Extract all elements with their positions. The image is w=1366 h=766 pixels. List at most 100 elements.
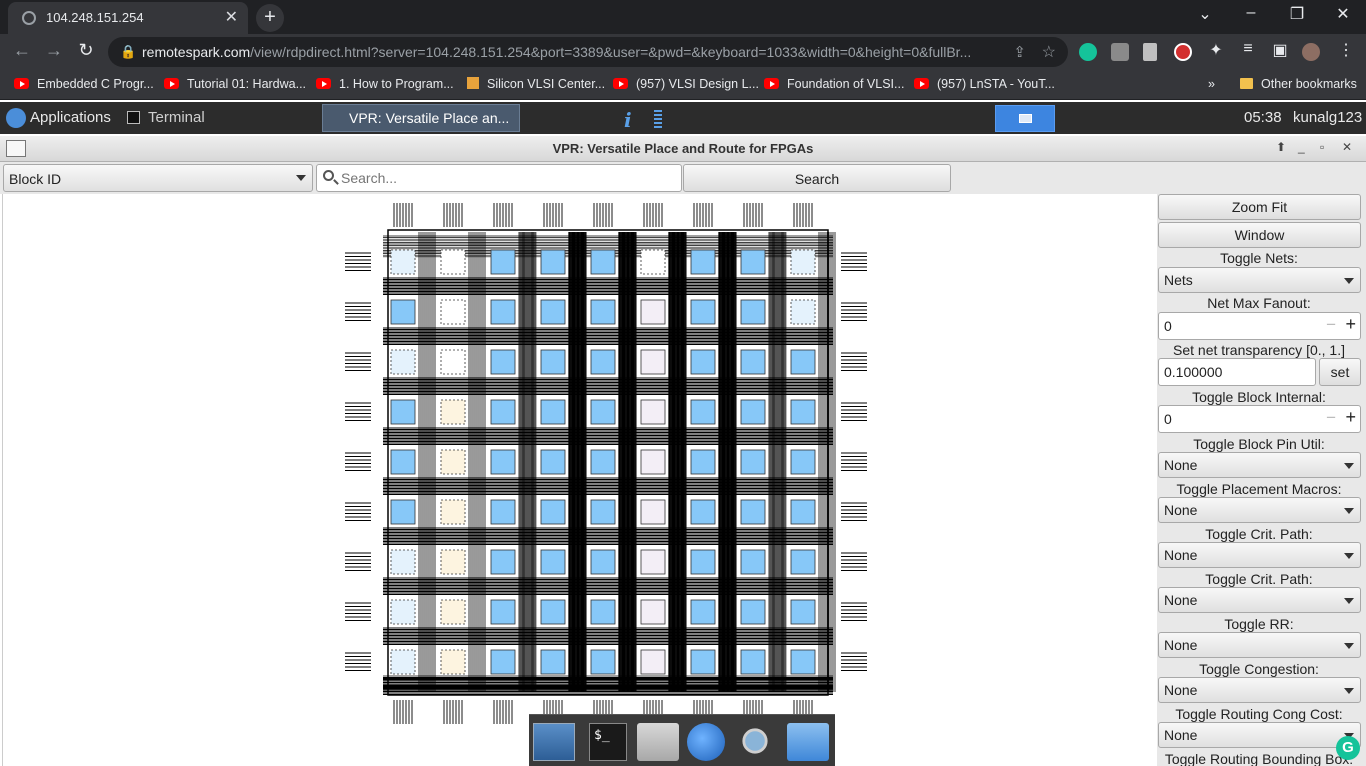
decrement-button[interactable]: − [1326, 408, 1336, 428]
window-title: VPR: Versatile Place and Route for FPGAs [552, 141, 814, 156]
logic-block [790, 299, 816, 325]
toggle-routing-cong-cost-select[interactable]: None [1158, 722, 1361, 748]
extension-r-icon[interactable] [1111, 43, 1129, 61]
decrement-button[interactable]: − [1326, 315, 1336, 335]
logic-block [640, 399, 666, 425]
search-field[interactable] [316, 164, 682, 192]
reading-list-icon[interactable]: ≡ [1236, 40, 1260, 58]
fpga-layout[interactable] [3, 194, 1158, 766]
shade-icon[interactable]: ⬆ [1276, 140, 1286, 154]
increment-button[interactable]: + [1345, 407, 1356, 428]
desktop-icon[interactable] [533, 723, 575, 761]
other-bookmarks[interactable]: Other bookmarks [1240, 77, 1357, 91]
bookmark-item[interactable]: Tutorial 01: Hardwa... [164, 77, 306, 91]
toggle-block-internal-spinner[interactable]: 0− + [1158, 405, 1361, 433]
browser-icon[interactable] [687, 723, 725, 761]
bookmark-item[interactable]: Silicon VLSI Center... [467, 77, 605, 91]
reload-icon[interactable]: ↻ [74, 40, 98, 61]
window-button[interactable]: Window [1158, 222, 1361, 248]
block-id-select[interactable]: Block ID [3, 164, 313, 192]
search-icon[interactable] [742, 728, 768, 754]
address-bar[interactable]: 🔒 remotespark.com/view/rdpdirect.html?se… [108, 37, 1068, 67]
bookmarks-overflow[interactable]: » [1208, 77, 1215, 91]
home-folder-icon[interactable] [637, 723, 679, 761]
minimize-icon[interactable]: – [1239, 4, 1263, 22]
toggle-crit-path-2-select[interactable]: None [1158, 587, 1361, 613]
toggle-crit-path-label: Toggle Crit. Path: [1205, 526, 1313, 542]
chevron-down-icon [1344, 553, 1354, 559]
logic-block [390, 599, 416, 625]
adblock-icon[interactable] [1174, 43, 1192, 61]
new-tab-button[interactable]: + [256, 4, 284, 32]
dock: $_ [529, 714, 835, 766]
toggle-rr-select[interactable]: None [1158, 632, 1361, 658]
youtube-icon [164, 78, 179, 89]
terminal-task[interactable]: Terminal [148, 109, 205, 126]
folder-icon[interactable] [787, 723, 829, 761]
tab-search-icon[interactable]: ⌄ [1193, 4, 1217, 24]
toggle-crit-path-select[interactable]: None [1158, 542, 1361, 568]
close-window-icon[interactable]: ✕ [1331, 4, 1355, 24]
back-icon[interactable]: ← [10, 40, 34, 61]
net-max-fanout-spinner[interactable]: 0− + [1158, 312, 1361, 340]
bookmark-item[interactable]: 1. How to Program... [316, 77, 454, 91]
close-icon[interactable]: ✕ [1342, 140, 1352, 154]
bookmark-item[interactable]: (957) VLSI Design L... [613, 77, 759, 91]
logic-block [590, 249, 616, 275]
vpr-task-button[interactable]: VPR: Versatile Place an... [322, 104, 520, 132]
restore-icon[interactable]: ❐ [1285, 4, 1309, 24]
user-name[interactable]: kunalg123 [1293, 109, 1362, 126]
logic-block [690, 549, 716, 575]
applications-menu[interactable]: Applications [30, 109, 111, 126]
search-button[interactable]: Search [683, 164, 951, 192]
grammarly-extension-icon[interactable] [1079, 43, 1097, 61]
net-max-fanout-label: Net Max Fanout: [1207, 295, 1311, 311]
bookmark-item[interactable]: Embedded C Progr... [14, 77, 154, 91]
forward-icon[interactable]: → [42, 40, 66, 61]
logic-block [440, 299, 466, 325]
side-panel-icon[interactable]: ▣ [1268, 40, 1292, 60]
share-icon[interactable]: ⇪ [1013, 43, 1026, 61]
toggle-nets-select[interactable]: Nets [1158, 267, 1361, 293]
logic-block [740, 499, 766, 525]
bookmark-item[interactable]: (957) LnSTA - YouT... [914, 77, 1055, 91]
chevron-down-icon [1344, 643, 1354, 649]
maximize-icon[interactable]: ▫ [1320, 140, 1324, 154]
logic-block [790, 599, 816, 625]
fpga-canvas[interactable] [2, 194, 1157, 766]
search-input[interactable] [341, 169, 671, 187]
logic-block [490, 249, 516, 275]
zoom-fit-button[interactable]: Zoom Fit [1158, 194, 1361, 220]
net-transparency-input[interactable]: 0.100000 [1158, 358, 1316, 386]
logic-block [540, 649, 566, 675]
terminal-icon[interactable]: $_ [589, 723, 627, 761]
toggle-block-pin-util-select[interactable]: None [1158, 452, 1361, 478]
toggle-placement-macros-select[interactable]: None [1158, 497, 1361, 523]
document-extension-icon[interactable] [1143, 43, 1157, 61]
logic-block [540, 349, 566, 375]
browser-tab[interactable]: 104.248.151.254 ✕ [8, 2, 248, 34]
extensions-puzzle-icon[interactable]: ✦ [1204, 40, 1228, 60]
grammarly-icon[interactable]: G [1336, 736, 1360, 760]
logic-block [790, 499, 816, 525]
info-icon[interactable]: i [624, 108, 632, 132]
logic-block [590, 599, 616, 625]
logic-block [490, 449, 516, 475]
logic-block [390, 499, 416, 525]
bookmark-star-icon[interactable]: ☆ [1042, 42, 1056, 62]
logic-block [540, 399, 566, 425]
increment-button[interactable]: + [1345, 314, 1356, 335]
tab-close-icon[interactable]: ✕ [225, 7, 238, 27]
set-transparency-button[interactable]: set [1319, 358, 1361, 386]
logic-block [690, 399, 716, 425]
chevron-down-icon [296, 175, 306, 181]
show-desktop-button[interactable] [995, 105, 1055, 132]
profile-avatar[interactable] [1302, 43, 1320, 61]
logic-block [690, 599, 716, 625]
chevron-down-icon [1344, 508, 1354, 514]
logic-block [690, 299, 716, 325]
toggle-congestion-select[interactable]: None [1158, 677, 1361, 703]
menu-kebab-icon[interactable]: ⋮ [1334, 40, 1358, 60]
bookmark-item[interactable]: Foundation of VLSI... [764, 77, 904, 91]
minimize-icon[interactable]: _ [1298, 140, 1305, 154]
